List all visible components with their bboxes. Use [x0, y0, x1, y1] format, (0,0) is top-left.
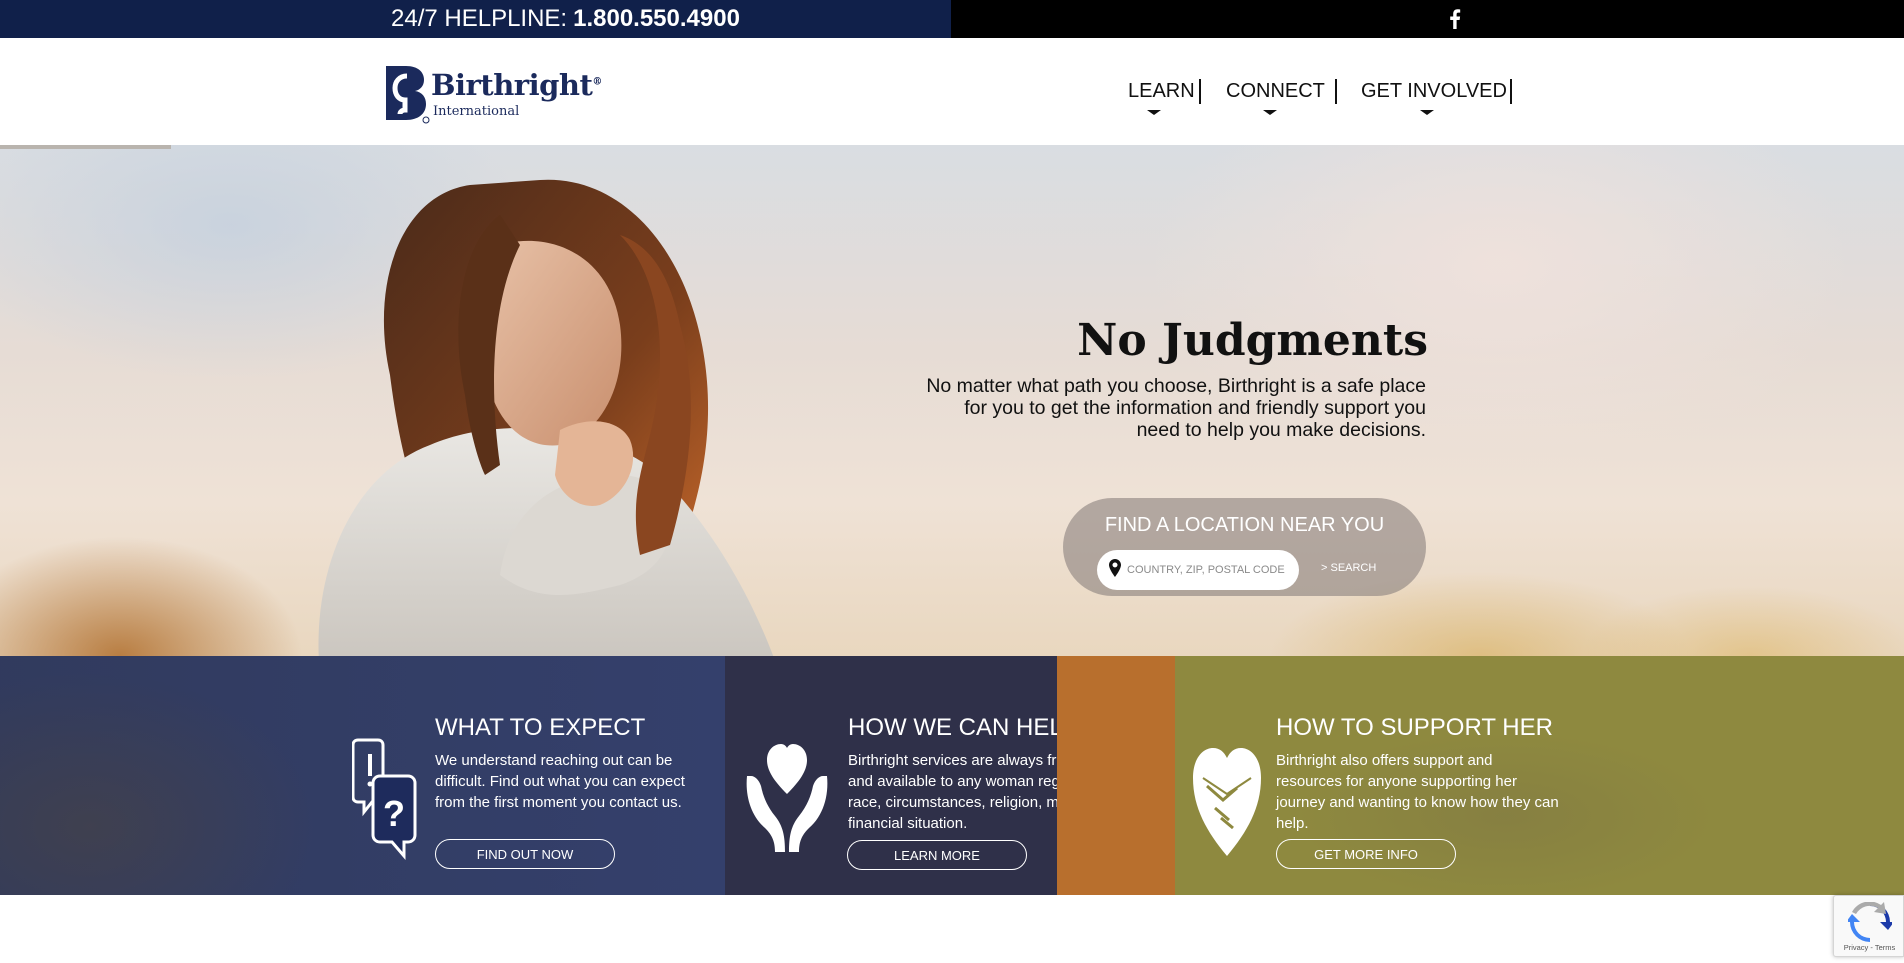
panel-how-we-can-help: HOW WE CAN HELP Birthright services are …: [725, 656, 1158, 895]
panel-text: Birthright also offers support and resou…: [1276, 752, 1559, 832]
feature-panels: ? WHAT TO EXPECT We understand reaching …: [0, 656, 1904, 895]
get-more-info-button[interactable]: GET MORE INFO: [1276, 839, 1456, 869]
hero-slider: No Judgments No matter what path you cho…: [0, 145, 1904, 656]
panel-text: We understand reaching out can be diffic…: [435, 752, 685, 811]
location-search-field[interactable]: [1097, 550, 1299, 590]
hero-description: No matter what path you choose, Birthrig…: [926, 375, 1426, 441]
hands-heart-icon: [746, 744, 828, 852]
recaptcha-badge[interactable]: Privacy - Terms: [1833, 895, 1904, 957]
helpline[interactable]: 24/7 HELPLINE: 1.800.550.4900: [391, 4, 740, 34]
helpline-number[interactable]: 1.800.550.4900: [573, 5, 740, 32]
slider-progress-bar: [0, 145, 172, 149]
nav-learn[interactable]: LEARN: [1128, 78, 1195, 104]
hero-woman-image: [318, 179, 774, 656]
facebook-icon[interactable]: [1447, 9, 1463, 29]
logo-name: Birthright®: [431, 68, 602, 102]
connect-caret-icon: [1263, 110, 1277, 115]
logo-subtitle: International: [433, 104, 520, 119]
panel-title: HOW TO SUPPORT HER: [1276, 714, 1553, 741]
panel-title: HOW WE CAN HELP: [848, 714, 1079, 741]
birthright-logo-mark-icon: [386, 66, 430, 124]
finder-title: FIND A LOCATION NEAR YOU: [1104, 514, 1385, 536]
nav-divider: [1199, 79, 1201, 104]
recaptcha-links[interactable]: Privacy - Terms: [1834, 943, 1904, 952]
map-pin-icon: [1109, 559, 1121, 577]
location-finder: FIND A LOCATION NEAR YOU > SEARCH: [1063, 498, 1426, 596]
top-bar: 24/7 HELPLINE: 1.800.550.4900: [0, 0, 1904, 38]
panel-accent: [1057, 656, 1175, 895]
helpline-label: 24/7 HELPLINE:: [391, 5, 568, 32]
social-bar: [951, 0, 1904, 38]
hero-title: No Judgments: [1077, 315, 1428, 366]
panel-title: WHAT TO EXPECT: [435, 714, 646, 741]
location-search-input[interactable]: [1127, 562, 1293, 578]
nav-connect[interactable]: CONNECT: [1226, 78, 1325, 104]
helpline-bar: 24/7 HELPLINE: 1.800.550.4900: [0, 0, 951, 38]
nav-divider: [1335, 79, 1337, 104]
panel-what-to-expect: ? WHAT TO EXPECT We understand reaching …: [0, 656, 725, 895]
panel-how-to-support-her: HOW TO SUPPORT HER Birthright also offer…: [1175, 656, 1904, 895]
nav-divider: [1510, 79, 1512, 104]
learn-more-button[interactable]: LEARN MORE: [847, 840, 1027, 870]
learn-caret-icon: [1147, 110, 1161, 115]
search-button[interactable]: > SEARCH: [1321, 562, 1376, 574]
recaptcha-icon: [1848, 902, 1892, 942]
svg-text:?: ?: [383, 793, 405, 834]
site-header: Birthright® International LEARN CONNECT …: [0, 38, 1904, 145]
birthright-logo[interactable]: Birthright® International: [382, 60, 602, 126]
find-out-now-button[interactable]: FIND OUT NOW: [435, 839, 615, 869]
nav-get-involved[interactable]: GET INVOLVED: [1361, 78, 1507, 104]
question-chat-icon: ?: [352, 738, 417, 861]
handshake-heart-icon: [1193, 748, 1261, 856]
get-involved-caret-icon: [1420, 110, 1434, 115]
